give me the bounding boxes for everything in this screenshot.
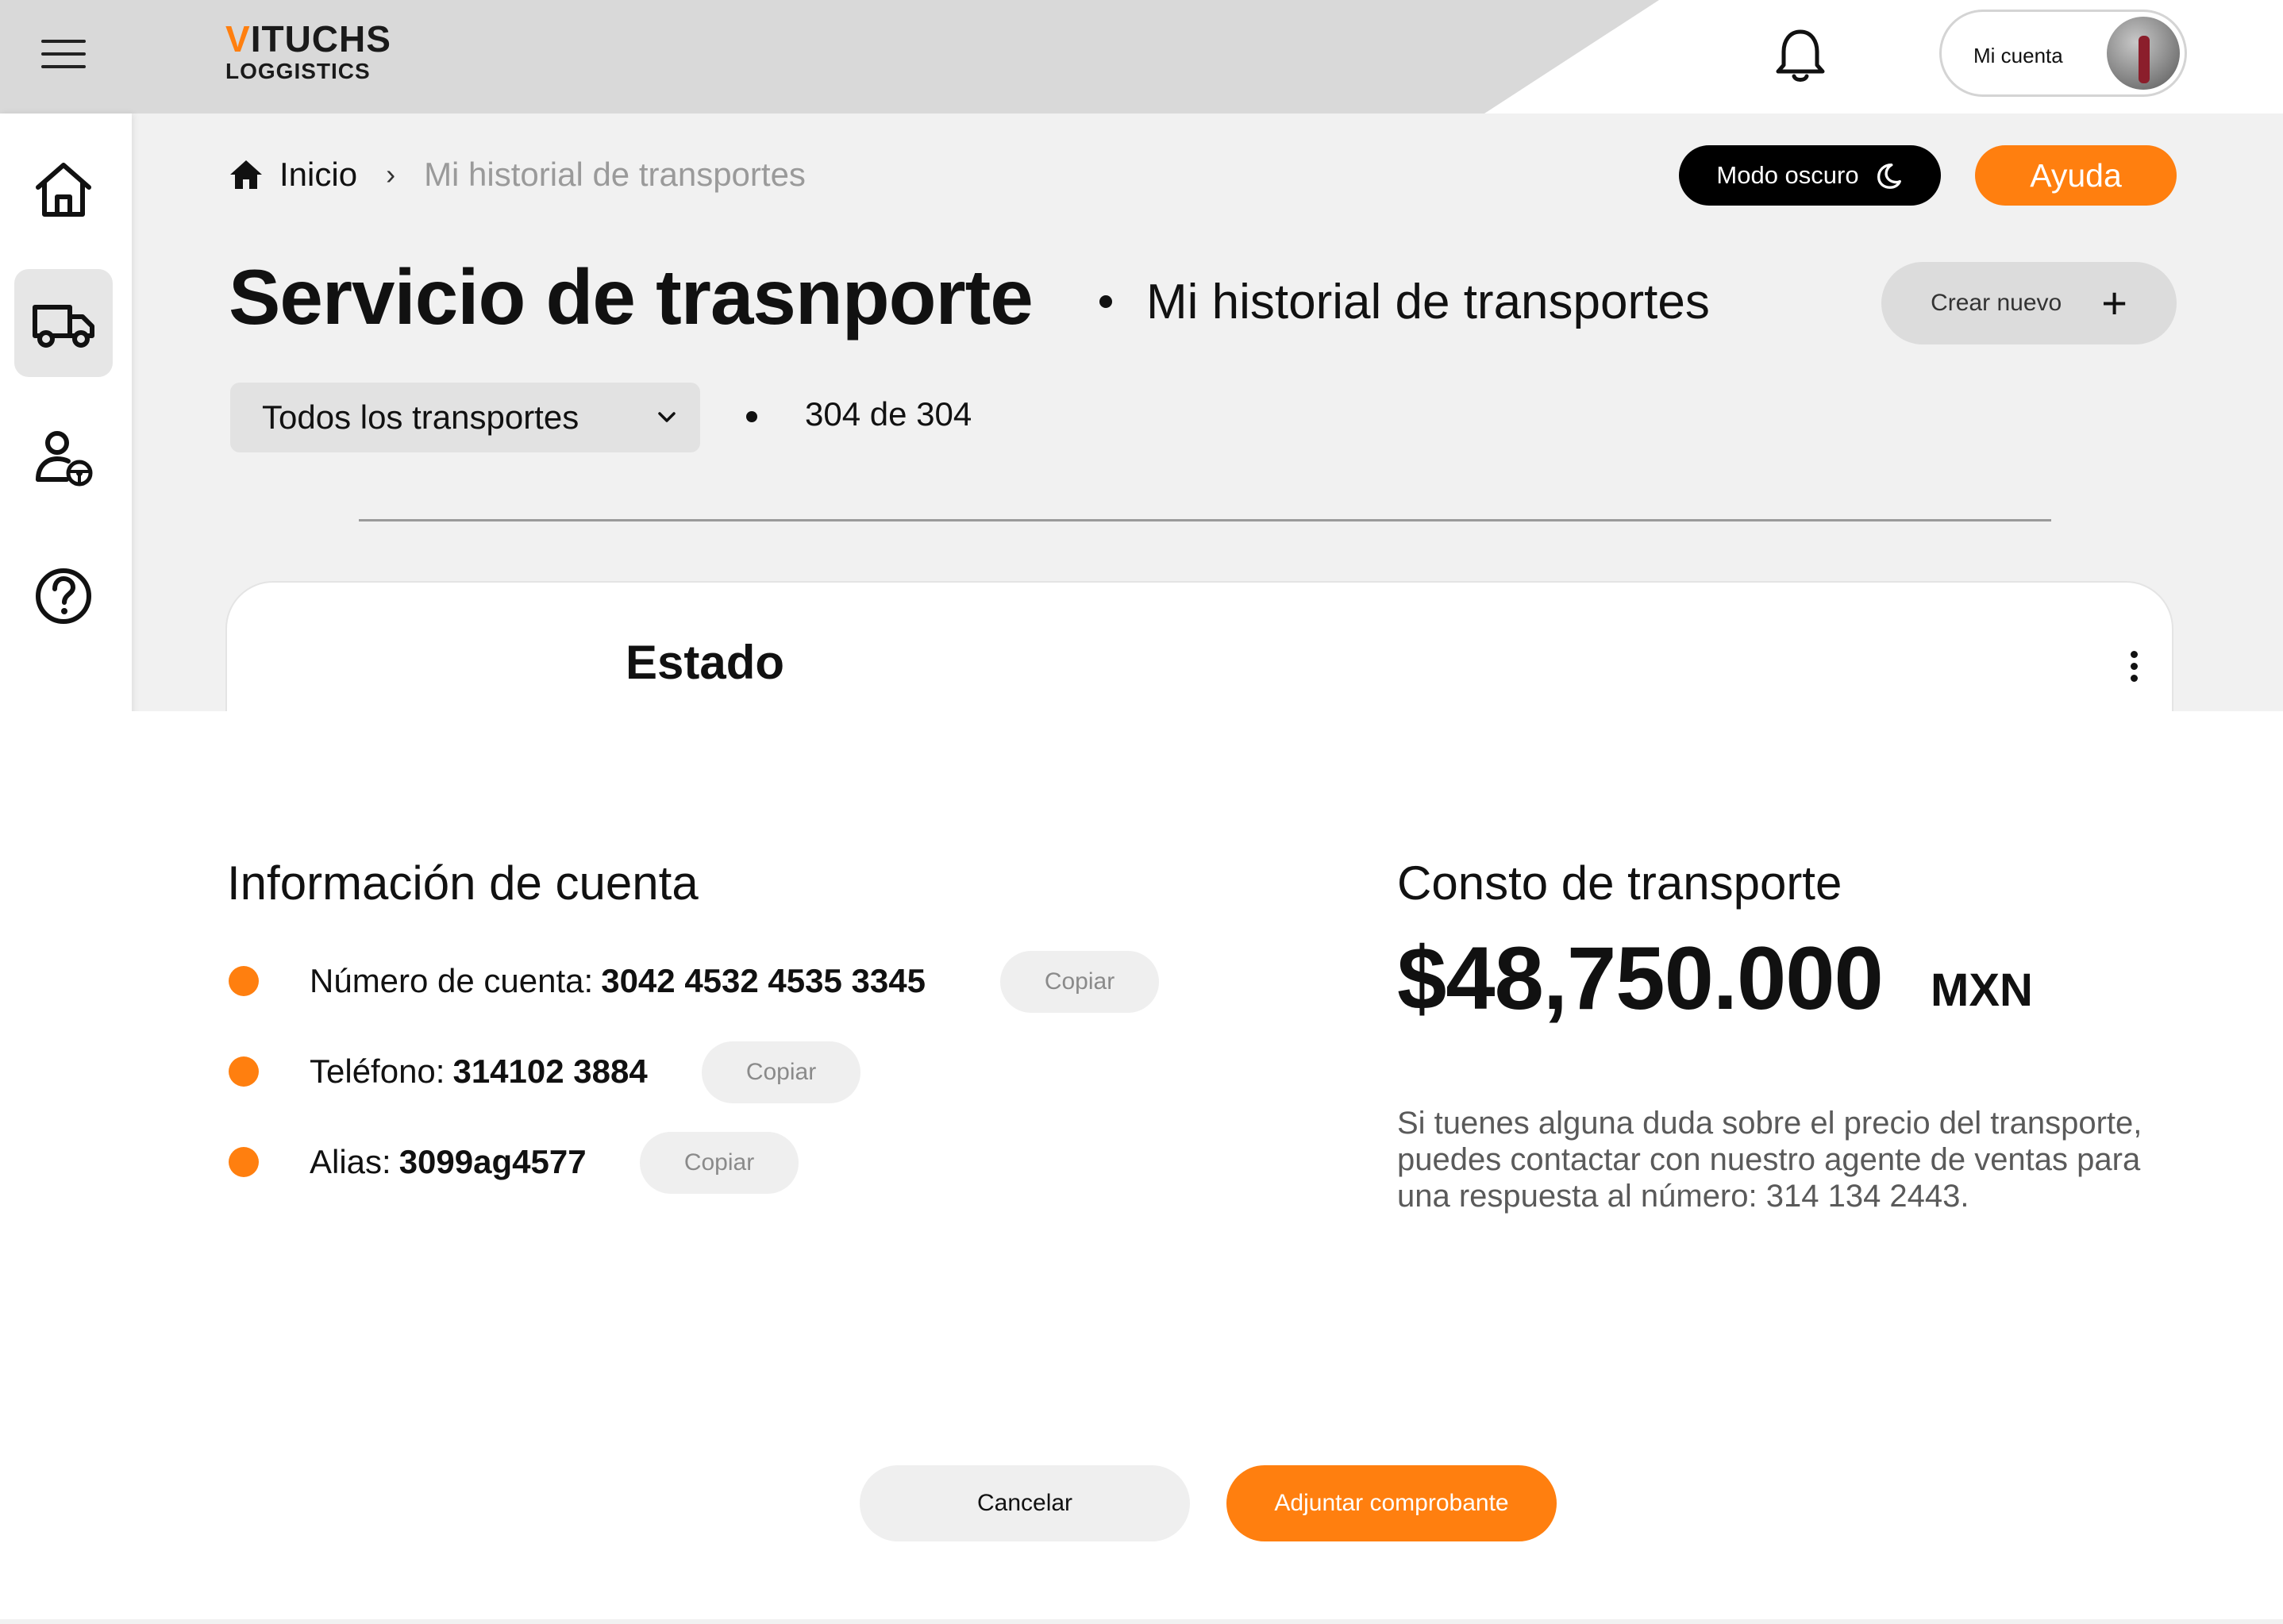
title-separator-dot — [1099, 295, 1112, 308]
page-title: Servicio de trasnporte — [229, 253, 1034, 341]
top-bar: VITUCHS LOGGISTICS Mi cuenta — [0, 0, 2283, 114]
account-number-label: Número de cuenta: — [310, 962, 594, 999]
logo-subtitle: LOGGISTICS — [225, 59, 371, 83]
chevron-down-icon — [658, 412, 676, 422]
phone-row: Teléfono: 314102 3884 — [229, 1040, 648, 1103]
create-new-button[interactable]: Crear nuevo + — [1881, 262, 2177, 344]
phone-value: 314102 3884 — [452, 1053, 648, 1090]
breadcrumb-home[interactable]: Inicio — [279, 156, 357, 194]
home-icon — [36, 163, 91, 217]
account-number-row: Número de cuenta: 3042 4532 4535 3345 — [229, 949, 926, 1013]
alias-row: Alias: 3099ag4577 — [229, 1130, 587, 1194]
moon-icon — [1877, 164, 1901, 189]
avatar — [2107, 17, 2180, 90]
cost-title: Consto de transporte — [1397, 856, 1842, 910]
hamburger-menu-icon[interactable] — [41, 38, 86, 70]
sidebar-item-help[interactable] — [14, 542, 113, 650]
copy-phone-button[interactable]: Copiar — [702, 1041, 860, 1103]
result-count: 304 de 304 — [805, 395, 972, 433]
sidebar-item-drivers[interactable] — [14, 403, 113, 511]
transport-price: $48,750.000 — [1397, 929, 1884, 1028]
page-subtitle: Mi historial de transportes — [1146, 275, 1710, 329]
phone-label: Teléfono: — [310, 1053, 445, 1090]
breadcrumb-current: Mi historial de transportes — [424, 156, 806, 193]
alias-label: Alias: — [310, 1143, 391, 1180]
filter-value: Todos los transportes — [262, 398, 579, 436]
more-options-icon[interactable] — [2127, 651, 2140, 686]
cancel-button[interactable]: Cancelar — [860, 1465, 1190, 1541]
copy-account-number-button[interactable]: Copiar — [1000, 951, 1159, 1013]
help-button[interactable]: Ayuda — [1975, 145, 2177, 206]
bullet-icon — [229, 966, 259, 996]
bullet-icon — [229, 1147, 259, 1177]
account-number-value: 3042 4532 4535 3345 — [601, 962, 926, 999]
account-label: Mi cuenta — [1973, 44, 2063, 67]
bullet-icon — [229, 1056, 259, 1087]
account-button[interactable]: Mi cuenta — [1939, 10, 2187, 97]
create-new-label: Crear nuevo — [1931, 290, 2062, 316]
transport-filter-select[interactable]: Todos los transportes — [230, 383, 700, 452]
alias-value: 3099ag4577 — [398, 1143, 587, 1180]
sidebar-item-home[interactable] — [14, 135, 113, 243]
divider — [359, 519, 2051, 521]
logo-name: VITUCHS — [225, 18, 391, 60]
sidebar-item-transport[interactable] — [14, 269, 113, 377]
sidebar — [0, 114, 132, 717]
account-info-title: Información de cuenta — [227, 856, 699, 910]
dark-mode-button[interactable]: Modo oscuro — [1679, 145, 1941, 206]
price-currency: MXN — [1931, 964, 2033, 1016]
home-breadcrumb-icon[interactable] — [229, 157, 264, 192]
attach-receipt-button[interactable]: Adjuntar comprobante — [1226, 1465, 1557, 1541]
count-separator-dot — [746, 411, 757, 422]
plus-icon: + — [2101, 278, 2127, 328]
breadcrumb: Inicio › Mi historial de transportes — [229, 151, 806, 198]
dark-mode-label: Modo oscuro — [1716, 161, 1859, 189]
notifications-bell-icon[interactable] — [1769, 24, 1832, 87]
truck-icon — [33, 305, 94, 348]
logo[interactable]: VITUCHS LOGGISTICS — [225, 21, 391, 83]
chevron-right-icon: › — [386, 158, 396, 190]
status-title: Estado — [626, 636, 785, 689]
question-icon — [36, 568, 91, 624]
driver-icon — [36, 431, 93, 487]
price-help-note: Si tuenes alguna duda sobre el precio de… — [1397, 1106, 2142, 1214]
copy-alias-button[interactable]: Copiar — [640, 1132, 799, 1194]
